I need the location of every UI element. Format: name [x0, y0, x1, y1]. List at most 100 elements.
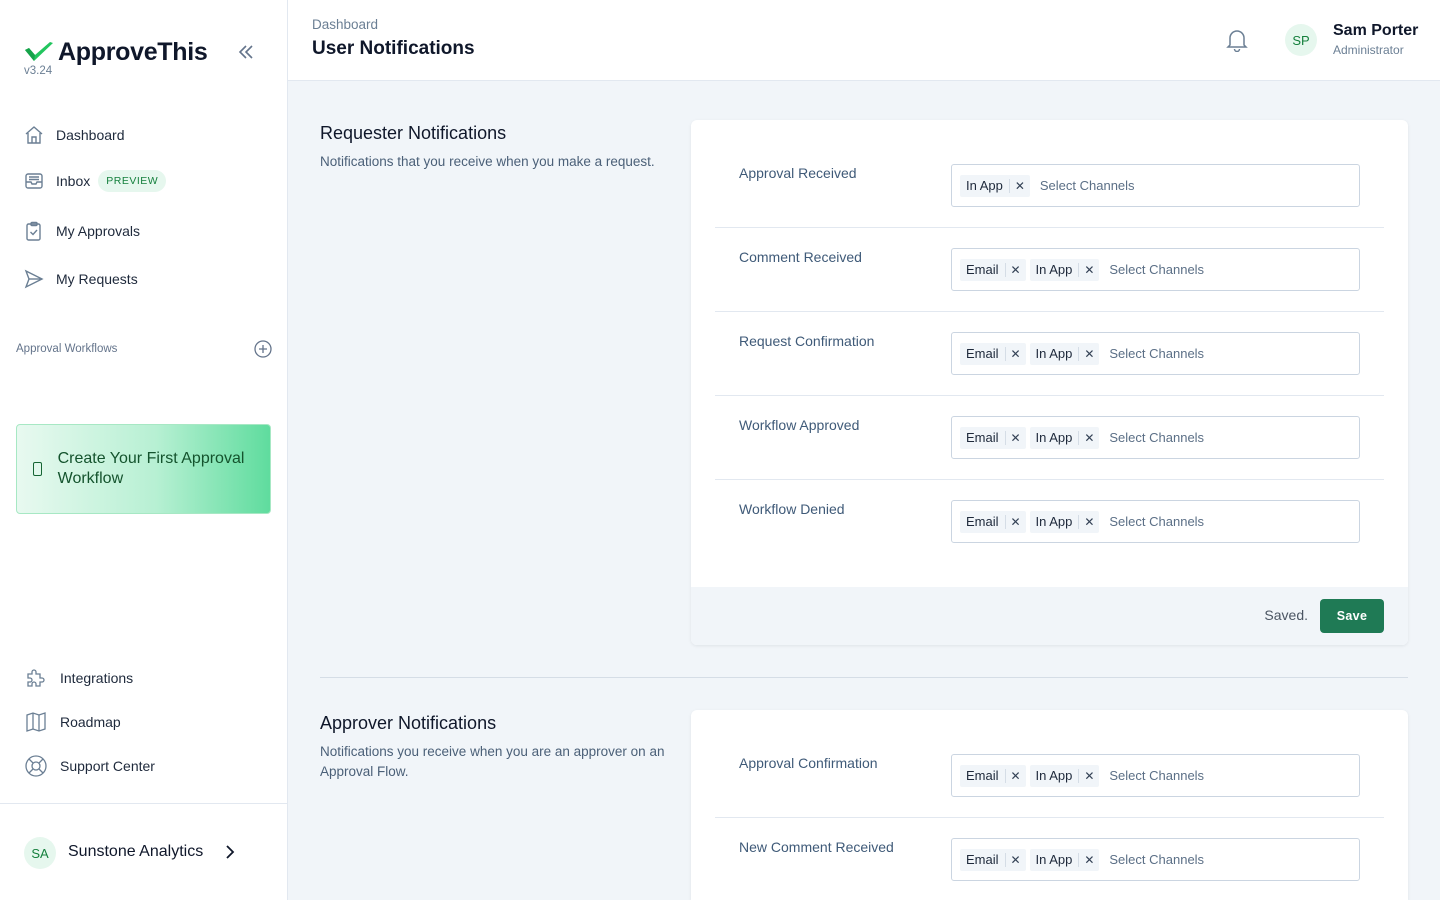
channel-select[interactable]: Email ✕ In App ✕ Select Channels — [951, 332, 1360, 375]
section-description: Notifications you receive when you are a… — [320, 744, 665, 779]
add-workflow-icon[interactable] — [254, 340, 272, 358]
app-name: ApproveThis — [58, 38, 208, 66]
channel-tag: In App ✕ — [1029, 258, 1100, 281]
notification-label: Request Confirmation — [739, 333, 875, 349]
nav-support-center-label: Support Center — [60, 758, 155, 774]
nav-inbox[interactable]: Inbox PREVIEW — [24, 169, 167, 193]
channel-tag: In App ✕ — [1029, 764, 1100, 787]
top-header: Dashboard User Notifications SP Sam Port… — [288, 0, 1440, 81]
notification-label: Workflow Approved — [739, 417, 860, 433]
remove-tag-icon[interactable]: ✕ — [1006, 431, 1026, 445]
create-first-workflow-button[interactable]: Create Your First Approval Workflow — [16, 424, 271, 514]
avatar[interactable]: SP — [1285, 24, 1317, 56]
org-switcher[interactable]: SA Sunstone Analytics — [0, 803, 287, 900]
app-version: v3.24 — [24, 65, 53, 77]
remove-tag-icon[interactable]: ✕ — [1010, 179, 1030, 193]
channel-tag: In App ✕ — [1029, 426, 1100, 449]
channel-tag: In App ✕ — [960, 174, 1030, 197]
remove-tag-icon[interactable]: ✕ — [1079, 347, 1099, 361]
section-divider — [320, 677, 1408, 678]
notification-row: Workflow Approved Email ✕ In App ✕ Select … — [715, 396, 1384, 480]
channel-tag: Email ✕ — [960, 764, 1026, 787]
channel-select[interactable]: Email ✕ In App ✕ Select Channels — [951, 416, 1360, 459]
nav-roadmap-label: Roadmap — [60, 714, 121, 730]
channel-tag: Email ✕ — [960, 510, 1026, 533]
user-name: Sam Porter — [1333, 22, 1419, 39]
remove-tag-icon[interactable]: ✕ — [1006, 347, 1026, 361]
notification-label: New Comment Received — [739, 839, 894, 855]
breadcrumb[interactable]: Dashboard — [312, 17, 378, 32]
notification-row: Comment Received Email ✕ In App ✕ Select C… — [715, 228, 1384, 312]
notification-row: New Comment Received Email ✕ In App ✕ Sele… — [715, 818, 1384, 900]
logo[interactable]: ApproveThis — [24, 38, 208, 67]
channel-select[interactable]: In App ✕ Select Channels — [951, 164, 1360, 207]
channel-tag-label: Email — [960, 430, 1006, 445]
approval-workflows-title: Approval Workflows — [16, 343, 118, 355]
channel-tag-label: Email — [960, 514, 1006, 529]
channel-tag-label: In App — [1030, 262, 1080, 277]
logo-check-icon — [25, 41, 53, 61]
remove-tag-icon[interactable]: ✕ — [1079, 853, 1099, 867]
nav-dashboard[interactable]: Dashboard — [24, 123, 125, 147]
channel-select-placeholder: Select Channels — [1109, 852, 1205, 867]
nav-dashboard-label: Dashboard — [56, 127, 125, 143]
channel-select[interactable]: Email ✕ In App ✕ Select Channels — [951, 248, 1360, 291]
map-icon — [26, 712, 46, 732]
remove-tag-icon[interactable]: ✕ — [1079, 263, 1099, 277]
notification-row: Approval Confirmation Email ✕ In App ✕ Sel… — [715, 734, 1384, 818]
save-button[interactable]: Save — [1320, 599, 1384, 633]
channel-select[interactable]: Email ✕ In App ✕ Select Channels — [951, 838, 1360, 881]
nav-support-center[interactable]: Support Center — [24, 754, 155, 778]
collapse-sidebar-icon[interactable] — [236, 42, 256, 62]
nav-my-approvals[interactable]: My Approvals — [24, 219, 140, 243]
section-title: Approver Notifications — [320, 713, 497, 733]
remove-tag-icon[interactable]: ✕ — [1006, 853, 1026, 867]
remove-tag-icon[interactable]: ✕ — [1006, 263, 1026, 277]
remove-tag-icon[interactable]: ✕ — [1006, 769, 1026, 783]
bell-icon[interactable] — [1226, 28, 1248, 52]
channel-tag-label: In App — [1030, 852, 1080, 867]
channel-select-placeholder: Select Channels — [1109, 430, 1205, 445]
channel-select-placeholder: Select Channels — [1109, 768, 1205, 783]
lifebuoy-icon — [25, 755, 47, 777]
channel-tag: Email ✕ — [960, 848, 1026, 871]
channel-select-placeholder: Select Channels — [1109, 262, 1205, 277]
notification-label: Comment Received — [739, 249, 862, 265]
notification-label: Approval Received — [739, 165, 857, 181]
remove-tag-icon[interactable]: ✕ — [1079, 769, 1099, 783]
nav-my-requests-label: My Requests — [56, 271, 138, 287]
create-first-workflow-label: Create Your First Approval Workflow — [57, 450, 245, 487]
section-description: Notifications that you receive when you … — [320, 154, 655, 169]
send-icon — [24, 269, 44, 289]
channel-select[interactable]: Email ✕ In App ✕ Select Channels — [951, 754, 1360, 797]
channel-tag: Email ✕ — [960, 258, 1026, 281]
approver-notifications-card: Approval Confirmation Email ✕ In App ✕ Sel… — [691, 710, 1408, 900]
remove-tag-icon[interactable]: ✕ — [1006, 515, 1026, 529]
page-title: User Notifications — [312, 38, 475, 59]
nav-integrations-label: Integrations — [60, 670, 134, 686]
card-footer: Saved. Save — [691, 587, 1408, 645]
sidebar: ApproveThis v3.24 Dashboard Inbox PREVIE… — [0, 0, 288, 900]
preview-badge: PREVIEW — [98, 170, 167, 192]
nav-integrations[interactable]: Integrations — [24, 666, 133, 690]
save-status: Saved. — [1264, 607, 1308, 623]
notification-label: Approval Confirmation — [739, 755, 878, 771]
nav-my-requests[interactable]: My Requests — [24, 267, 138, 291]
channel-tag: In App ✕ — [1029, 848, 1100, 871]
clipboard-check-icon — [26, 221, 41, 241]
notification-row: Request Confirmation Email ✕ In App ✕ Sele… — [715, 312, 1384, 396]
channel-tag-label: In App — [1030, 768, 1080, 783]
home-icon — [25, 126, 43, 144]
channel-tag-label: In App — [1030, 346, 1080, 361]
channel-select-placeholder: Select Channels — [1109, 346, 1205, 361]
remove-tag-icon[interactable]: ✕ — [1079, 515, 1099, 529]
channel-select[interactable]: Email ✕ In App ✕ Select Channels — [951, 500, 1360, 543]
nav-my-approvals-label: My Approvals — [56, 223, 141, 239]
requester-notifications-card: Approval Received In App ✕ Select Channel… — [691, 120, 1408, 645]
remove-tag-icon[interactable]: ✕ — [1079, 431, 1099, 445]
channel-tag-label: Email — [960, 346, 1006, 361]
nav-roadmap[interactable]: Roadmap — [24, 710, 121, 734]
org-avatar: SA — [24, 837, 56, 869]
puzzle-icon — [27, 669, 45, 687]
section-title: Requester Notifications — [320, 123, 507, 143]
